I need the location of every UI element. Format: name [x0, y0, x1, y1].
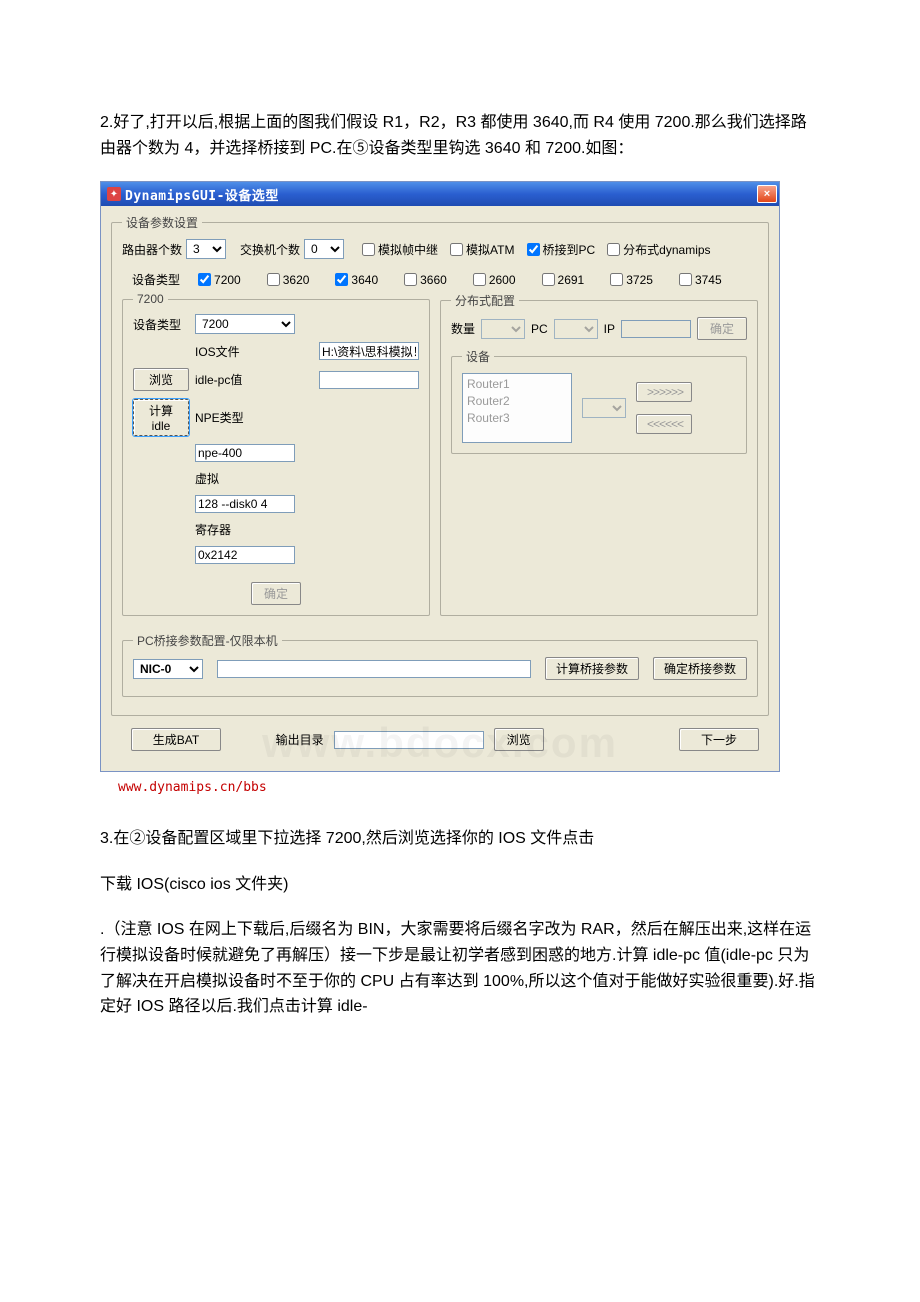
chk-3725[interactable]: 3725 [610, 273, 653, 287]
chk-3660[interactable]: 3660 [404, 273, 447, 287]
chk-frame-relay[interactable]: 模拟帧中继 [362, 241, 438, 258]
group-7200: 7200 设备类型 7200 IOS文件 浏览 idle-pc值 [122, 292, 430, 616]
device-mid-select[interactable] [582, 398, 626, 418]
devtype-field-label: 设备类型 [133, 316, 189, 333]
idle-pc-label: idle-pc值 [195, 371, 313, 388]
group-devices-legend: 设备 [462, 348, 494, 365]
group-bridge-legend: PC桥接参数配置-仅限本机 [133, 632, 282, 649]
dist-ip-input[interactable] [621, 320, 691, 338]
router-count-select[interactable]: 3 [186, 239, 226, 259]
output-dir-input[interactable] [334, 731, 484, 749]
ok-bridge-button[interactable]: 确定桥接参数 [653, 657, 747, 680]
browse-ios-button[interactable]: 浏览 [133, 368, 189, 391]
dist-ok-button[interactable]: 确定 [697, 317, 747, 340]
footer-link[interactable]: www.dynamips.cn/bbs [118, 780, 267, 795]
output-browse-button[interactable]: 浏览 [494, 728, 544, 751]
dist-qty-select[interactable] [481, 319, 525, 339]
window-title: DynamipsGUI-设备选型 [125, 185, 279, 204]
next-button[interactable]: 下一步 [679, 728, 759, 751]
params-legend: 设备参数设置 [122, 214, 202, 231]
chk-distributed[interactable]: 分布式dynamips [607, 241, 710, 258]
npe-input[interactable] [195, 444, 295, 462]
chk-atm[interactable]: 模拟ATM [450, 241, 514, 258]
chk-3620[interactable]: 3620 [267, 273, 310, 287]
group-7200-legend: 7200 [133, 292, 168, 306]
output-dir-label: 输出目录 [276, 731, 324, 748]
chk-bridge-pc-label: 桥接到PC [543, 241, 596, 258]
paragraph-download: 下载 IOS(cisco ios 文件夹) [100, 872, 820, 898]
chk-7200[interactable]: 7200 [198, 273, 241, 287]
chk-2691[interactable]: 2691 [542, 273, 585, 287]
virt-input[interactable] [195, 495, 295, 513]
chk-3640[interactable]: 3640 [335, 273, 378, 287]
device-source-list[interactable]: Router1 Router2 Router3 [462, 373, 572, 443]
dist-ip-label: IP [604, 322, 615, 336]
devtype-label: 设备类型 [132, 271, 180, 288]
dist-pc-label: PC [531, 322, 548, 336]
cfg-ok-button[interactable]: 确定 [251, 582, 301, 605]
params-group: 设备参数设置 路由器个数 3 交换机个数 0 模拟帧中继 [111, 214, 769, 716]
dist-qty-label: 数量 [451, 320, 475, 337]
paragraph-3: 3.在②设备配置区域里下拉选择 7200,然后浏览选择你的 IOS 文件点击 [100, 826, 820, 852]
chk-atm-label: 模拟ATM [466, 241, 514, 258]
virt-label: 虚拟 [195, 470, 313, 487]
move-left-button[interactable]: <<<<<< [636, 414, 692, 434]
nic-select[interactable]: NIC-0 [133, 659, 203, 679]
reg-input[interactable] [195, 546, 295, 564]
list-item[interactable]: Router3 [467, 410, 567, 427]
chk-3745[interactable]: 3745 [679, 273, 722, 287]
calc-idle-button[interactable]: 计算idle [133, 399, 189, 436]
devtype-select[interactable]: 7200 [195, 314, 295, 334]
bridge-param-input[interactable] [217, 660, 531, 678]
group-distributed-legend: 分布式配置 [451, 292, 519, 309]
group-distributed: 分布式配置 数量 PC IP 确定 设备 [440, 292, 758, 616]
switch-count-select[interactable]: 0 [304, 239, 344, 259]
switch-count-label: 交换机个数 [240, 241, 300, 258]
move-right-button[interactable]: >>>>>> [636, 382, 692, 402]
chk-frame-relay-label: 模拟帧中继 [378, 241, 438, 258]
close-icon[interactable]: × [757, 185, 777, 203]
router-count-label: 路由器个数 [122, 241, 182, 258]
chk-bridge-pc[interactable]: 桥接到PC [527, 241, 596, 258]
paragraph-2: 2.好了,打开以后,根据上面的图我们假设 R1，R2，R3 都使用 3640,而… [100, 110, 820, 161]
group-bridge: PC桥接参数配置-仅限本机 NIC-0 计算桥接参数 确定桥接参数 [122, 632, 758, 697]
chk-2600[interactable]: 2600 [473, 273, 516, 287]
list-item[interactable]: Router2 [467, 393, 567, 410]
calc-bridge-button[interactable]: 计算桥接参数 [545, 657, 639, 680]
app-icon: ✦ [107, 187, 121, 201]
ios-file-input[interactable] [319, 342, 419, 360]
app-window: ✦ DynamipsGUI-设备选型 × 设备参数设置 路由器个数 3 交换机个… [100, 181, 780, 772]
chk-distributed-label: 分布式dynamips [623, 241, 710, 258]
dist-pc-select[interactable] [554, 319, 598, 339]
idle-pc-input[interactable] [319, 371, 419, 389]
group-devices: 设备 Router1 Router2 Router3 >>>>>> [451, 348, 747, 454]
reg-label: 寄存器 [195, 521, 313, 538]
list-item[interactable]: Router1 [467, 376, 567, 393]
npe-label: NPE类型 [195, 409, 313, 426]
ios-file-label: IOS文件 [195, 343, 313, 360]
titlebar: ✦ DynamipsGUI-设备选型 × [101, 182, 779, 206]
gen-bat-button[interactable]: 生成BAT [131, 728, 221, 751]
paragraph-note: .（注意 IOS 在网上下载后,后缀名为 BIN，大家需要将后缀名字改为 RAR… [100, 917, 820, 1019]
